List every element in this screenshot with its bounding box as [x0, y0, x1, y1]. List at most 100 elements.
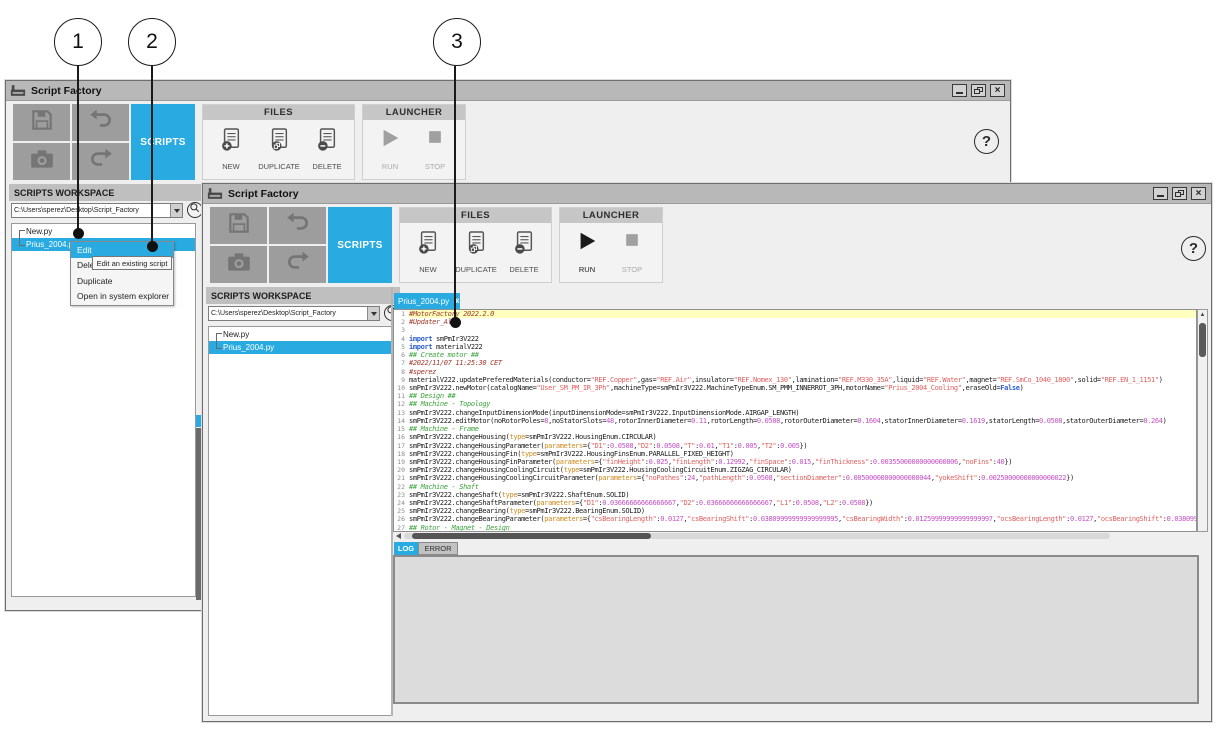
- code-line[interactable]: 5import materialV222: [394, 343, 1196, 351]
- stop-label: STOP: [622, 265, 642, 274]
- code-line[interactable]: 11## Design ##: [394, 392, 1196, 400]
- horizontal-scrollbar-thumb[interactable]: [412, 533, 651, 539]
- workspace-path-combobox[interactable]: C:\Users\sperez\Desktop\Script_Factory: [208, 306, 380, 321]
- save-icon: [29, 107, 55, 138]
- code-line[interactable]: 21smPmIr3V222.changeHousingCoolingCircui…: [394, 474, 1196, 482]
- callout-line-3: [454, 66, 456, 322]
- run-icon: [379, 127, 401, 154]
- scripts-tab-button[interactable]: SCRIPTS: [131, 104, 195, 180]
- new-script-button[interactable]: NEW: [405, 228, 451, 278]
- path-dropdown-button[interactable]: [367, 307, 379, 320]
- code-line[interactable]: 27## Rotor - Magnet - Design: [394, 524, 1196, 532]
- code-line[interactable]: 23smPmIr3V222.changeShaft(type=smPmIr3V2…: [394, 491, 1196, 499]
- editor-tab-prius[interactable]: Prius_2004.py x: [394, 293, 460, 309]
- line-number: 4: [394, 335, 405, 343]
- file-item-new[interactable]: New.py: [209, 328, 392, 341]
- code-line[interactable]: 18smPmIr3V222.changeHousingFin(type=smPm…: [394, 450, 1196, 458]
- close-button[interactable]: ×: [990, 84, 1005, 97]
- duplicate-script-button[interactable]: DUPLICATE: [453, 228, 499, 278]
- workspace-header: SCRIPTS WORKSPACE: [206, 287, 400, 304]
- titlebar[interactable]: Script Factory ×: [203, 184, 1211, 204]
- line-number: 8: [394, 368, 405, 376]
- delete-script-button[interactable]: DELETE: [304, 125, 350, 175]
- scripts-tab-button[interactable]: SCRIPTS: [328, 207, 392, 283]
- code-line[interactable]: 25smPmIr3V222.changeBearing(type=smPmIr3…: [394, 507, 1196, 515]
- scripts-label: SCRIPTS: [140, 137, 185, 148]
- code-line[interactable]: 12## Machine - Topology: [394, 400, 1196, 408]
- tab-log[interactable]: LOG: [394, 542, 418, 555]
- workspace-path-value: C:\Users\sperez\Desktop\Script_Factory: [209, 310, 367, 317]
- code-line[interactable]: 1#MotorFactory 2022.2.0: [394, 310, 1196, 318]
- code-line[interactable]: 26smPmIr3V222.changeBearingParameter(par…: [394, 515, 1196, 523]
- file-item-new[interactable]: New.py: [12, 225, 195, 238]
- workspace-path-combobox[interactable]: C:\Users\sperez\Desktop\Script_Factory: [11, 203, 183, 218]
- code-line[interactable]: 8#sperez: [394, 368, 1196, 376]
- line-number: 15: [394, 425, 405, 433]
- redo-button[interactable]: [72, 143, 129, 180]
- browse-folder-button[interactable]: [187, 202, 203, 218]
- run-button[interactable]: RUN: [567, 228, 607, 278]
- menu-item-duplicate[interactable]: Duplicate: [71, 274, 173, 290]
- stop-label: STOP: [425, 162, 445, 171]
- undo-button[interactable]: [72, 104, 129, 141]
- tab-close-icon[interactable]: x: [455, 297, 459, 305]
- vertical-scrollbar[interactable]: ▲: [1197, 309, 1208, 532]
- line-number: 23: [394, 491, 405, 499]
- minimize-button[interactable]: [952, 84, 967, 97]
- close-button[interactable]: ×: [1191, 187, 1206, 200]
- code-line[interactable]: 20smPmIr3V222.changeHousingCoolingCircui…: [394, 466, 1196, 474]
- screenshot-button[interactable]: [210, 246, 267, 283]
- menu-item-open-explorer[interactable]: Open in system explorer: [71, 289, 173, 305]
- restore-button[interactable]: [971, 84, 986, 97]
- edit-tooltip: Edit an existing script: [92, 256, 172, 270]
- code-line[interactable]: 17smPmIr3V222.changeHousingParameter(par…: [394, 442, 1196, 450]
- line-number: 24: [394, 499, 405, 507]
- vertical-scrollbar-thumb[interactable]: [1199, 323, 1206, 357]
- code-line[interactable]: 14smPmIr3V222.editMotor(noRotorPoles=8,n…: [394, 417, 1196, 425]
- screenshot-button[interactable]: [13, 143, 70, 180]
- save-button[interactable]: [13, 104, 70, 141]
- code-line[interactable]: 6## Create motor ##: [394, 351, 1196, 359]
- delete-file-icon: [316, 127, 338, 157]
- code-editor[interactable]: 1#MotorFactory 2022.2.02#Updater_All34im…: [393, 309, 1197, 532]
- scroll-left-arrow-icon[interactable]: [396, 533, 401, 539]
- code-line[interactable]: 7#2022/11/07 11:25:30 CET: [394, 359, 1196, 367]
- minimize-button[interactable]: [1153, 187, 1168, 200]
- line-number: 26: [394, 515, 405, 523]
- delete-script-button[interactable]: DELETE: [501, 228, 547, 278]
- titlebar[interactable]: Script Factory ×: [6, 81, 1010, 101]
- code-line[interactable]: 22## Machine - Shaft: [394, 483, 1196, 491]
- restore-button[interactable]: [1172, 187, 1187, 200]
- duplicate-label: DUPLICATE: [455, 265, 497, 274]
- stop-icon: [622, 230, 642, 255]
- scroll-up-arrow-icon[interactable]: ▲: [1198, 310, 1207, 320]
- code-line[interactable]: 16smPmIr3V222.changeHousing(type=smPmIr3…: [394, 433, 1196, 441]
- camera-icon: [226, 249, 252, 280]
- code-line[interactable]: 15## Machine - Frame: [394, 425, 1196, 433]
- undo-button[interactable]: [269, 207, 326, 244]
- code-line[interactable]: 4import smPmIr3V222: [394, 335, 1196, 343]
- code-line[interactable]: 24smPmIr3V222.changeShaftParameter(param…: [394, 499, 1196, 507]
- duplicate-script-button[interactable]: DUPLICATE: [256, 125, 302, 175]
- horizontal-scrollbar[interactable]: [404, 533, 1110, 539]
- delete-file-icon: [513, 230, 535, 260]
- code-line[interactable]: 2#Updater_All: [394, 318, 1196, 326]
- code-line[interactable]: 3: [394, 326, 1196, 334]
- redo-button[interactable]: [269, 246, 326, 283]
- duplicate-label: DUPLICATE: [258, 162, 300, 171]
- new-file-icon: [220, 127, 242, 157]
- workspace-header: SCRIPTS WORKSPACE: [9, 184, 203, 201]
- code-line[interactable]: 10smPmIr3V222.newMotor(catalogName="User…: [394, 384, 1196, 392]
- code-line[interactable]: 13smPmIr3V222.changeInputDimensionMode(i…: [394, 409, 1196, 417]
- code-line[interactable]: 9materialV222.updatePreferedMaterials(co…: [394, 376, 1196, 384]
- line-number: 25: [394, 507, 405, 515]
- tab-error[interactable]: ERROR: [418, 542, 458, 555]
- code-line[interactable]: 19smPmIr3V222.changeHousingFinParameter(…: [394, 458, 1196, 466]
- help-button[interactable]: ?: [974, 129, 999, 154]
- help-button[interactable]: ?: [1181, 236, 1206, 261]
- file-item-prius-selected[interactable]: Prius_2004.py: [209, 341, 392, 354]
- new-script-button[interactable]: NEW: [208, 125, 254, 175]
- save-button[interactable]: [210, 207, 267, 244]
- callout-circle-1: 1: [54, 18, 102, 66]
- path-dropdown-button[interactable]: [170, 204, 182, 217]
